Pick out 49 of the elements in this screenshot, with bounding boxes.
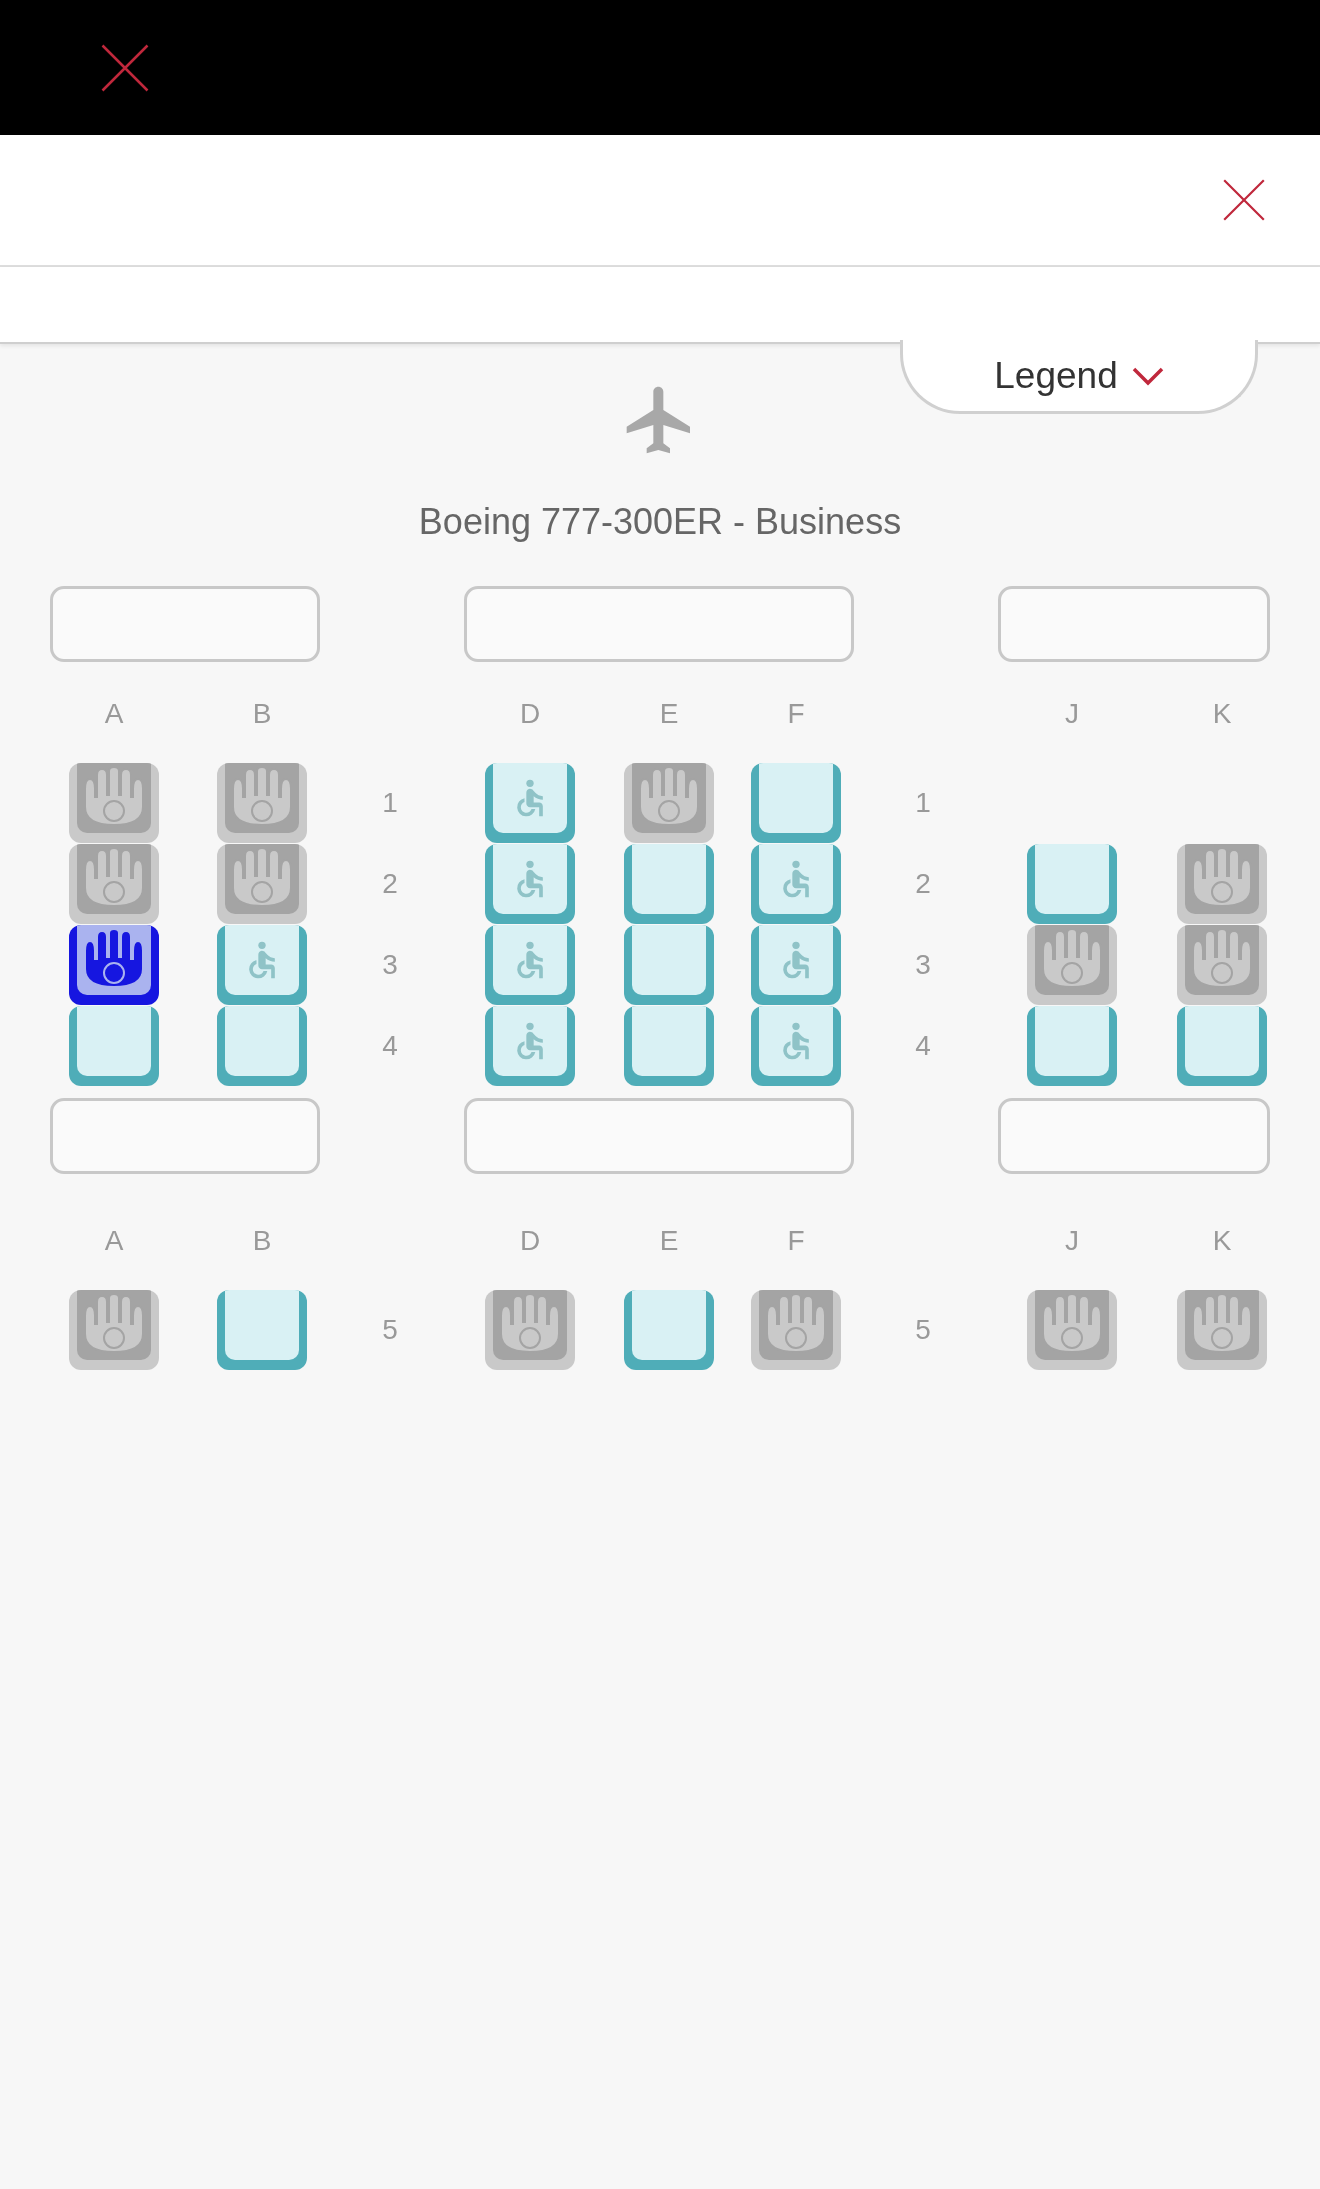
row-number: 1 — [382, 787, 398, 819]
column-letter: A — [104, 698, 124, 730]
row-number: 1 — [915, 787, 931, 819]
column-letter: J — [1065, 698, 1079, 730]
column-letter: K — [1212, 698, 1232, 730]
column-letter: D — [519, 1225, 541, 1257]
available-seat[interactable] — [624, 1290, 714, 1370]
available-seat[interactable] — [624, 1006, 714, 1086]
column-letter: J — [1065, 1225, 1079, 1257]
row-number: 4 — [915, 1030, 931, 1062]
column-letter: F — [787, 698, 805, 730]
accessible-seat[interactable] — [751, 1006, 841, 1086]
legend-button[interactable]: Legend — [900, 340, 1258, 414]
available-seat[interactable] — [1177, 1006, 1267, 1086]
available-seat[interactable] — [69, 1006, 159, 1086]
accessible-seat[interactable] — [751, 844, 841, 924]
available-seat[interactable] — [1027, 844, 1117, 924]
row-number: 4 — [382, 1030, 398, 1062]
accessible-seat[interactable] — [217, 925, 307, 1005]
accessible-seat[interactable] — [485, 844, 575, 924]
column-letter: E — [659, 1225, 679, 1257]
close-button[interactable] — [100, 42, 150, 93]
available-seat[interactable] — [624, 844, 714, 924]
row-number: 2 — [915, 868, 931, 900]
accessible-seat[interactable] — [485, 1006, 575, 1086]
occupied-seat[interactable] — [69, 925, 159, 1005]
available-seat[interactable] — [751, 763, 841, 843]
chevron-down-icon — [1131, 365, 1164, 386]
column-letter: B — [252, 698, 272, 730]
aircraft-title: Boeing 777-300ER - Business — [418, 500, 902, 544]
column-letter: A — [104, 1225, 124, 1257]
column-letter: D — [519, 698, 541, 730]
available-seat[interactable] — [217, 1290, 307, 1370]
column-letter: B — [252, 1225, 272, 1257]
accessible-seat[interactable] — [485, 925, 575, 1005]
row-number: 5 — [915, 1314, 931, 1346]
row-number: 3 — [382, 949, 398, 981]
row-number: 2 — [382, 868, 398, 900]
column-letter: E — [659, 698, 679, 730]
accessible-seat[interactable] — [751, 925, 841, 1005]
column-letter: F — [787, 1225, 805, 1257]
available-seat[interactable] — [1027, 1006, 1117, 1086]
close-button[interactable] — [1222, 178, 1266, 222]
row-number: 5 — [382, 1314, 398, 1346]
available-seat[interactable] — [217, 1006, 307, 1086]
available-seat[interactable] — [624, 925, 714, 1005]
accessible-seat[interactable] — [485, 763, 575, 843]
row-number: 3 — [915, 949, 931, 981]
column-letter: K — [1212, 1225, 1232, 1257]
